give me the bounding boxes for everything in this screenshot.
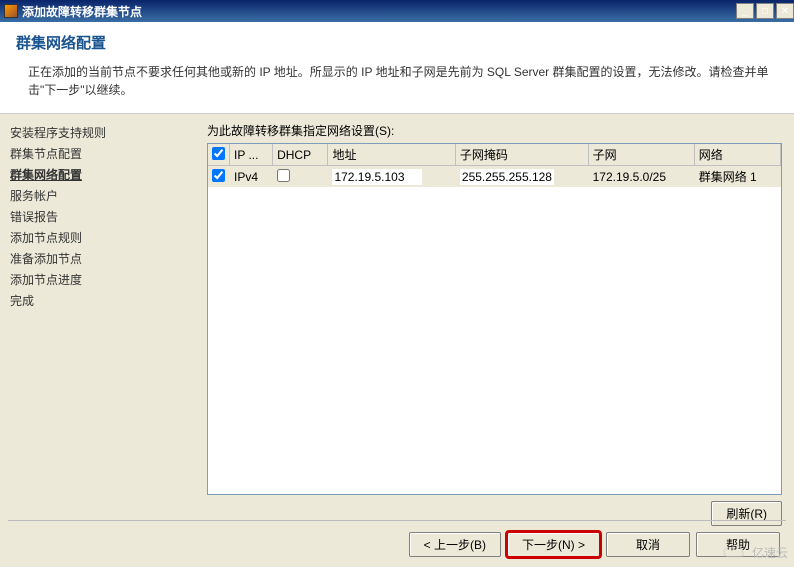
cell-mask: 255.255.255.128 — [455, 166, 588, 188]
col-subnet[interactable]: 子网 — [588, 144, 694, 166]
window-title: 添加故障转移群集节点 — [22, 3, 734, 20]
body: 安装程序支持规则 群集节点配置 群集网络配置 服务帐户 错误报告 添加节点规则 … — [0, 114, 794, 534]
window-controls: _ □ ✕ — [734, 3, 794, 19]
cell-network: 群集网络 1 — [694, 166, 780, 188]
sidebar-item-add-node-rules[interactable]: 添加节点规则 — [6, 227, 199, 248]
mask-value: 255.255.255.128 — [460, 169, 554, 185]
page-title: 群集网络配置 — [16, 32, 778, 53]
col-network[interactable]: 网络 — [694, 144, 780, 166]
close-button[interactable]: ✕ — [776, 3, 794, 19]
cell-check[interactable] — [208, 166, 230, 188]
cell-dhcp[interactable] — [273, 166, 328, 188]
sidebar-item-install-rules[interactable]: 安装程序支持规则 — [6, 122, 199, 143]
sidebar-item-error-report[interactable]: 错误报告 — [6, 206, 199, 227]
page-description: 正在添加的当前节点不要求任何其他或新的 IP 地址。所显示的 IP 地址和子网是… — [16, 63, 778, 99]
help-button[interactable]: 帮助 — [696, 532, 780, 557]
sidebar-item-add-node-progress[interactable]: 添加节点进度 — [6, 269, 199, 290]
maximize-button[interactable]: □ — [756, 3, 774, 19]
sidebar-item-node-config[interactable]: 群集节点配置 — [6, 143, 199, 164]
sidebar-item-prepare-add-node[interactable]: 准备添加节点 — [6, 248, 199, 269]
cell-subnet: 172.19.5.0/25 — [588, 166, 694, 188]
cell-ip: IPv4 — [230, 166, 273, 188]
col-mask[interactable]: 子网掩码 — [455, 144, 588, 166]
sidebar-item-complete[interactable]: 完成 — [6, 290, 199, 311]
window-icon — [4, 4, 18, 18]
refresh-button[interactable]: 刷新(R) — [711, 501, 782, 526]
minimize-button[interactable]: _ — [736, 3, 754, 19]
footer: < 上一步(B) 下一步(N) > 取消 帮助 — [409, 532, 780, 557]
sidebar: 安装程序支持规则 群集节点配置 群集网络配置 服务帐户 错误报告 添加节点规则 … — [0, 114, 205, 534]
col-addr[interactable]: 地址 — [328, 144, 455, 166]
dhcp-checkbox[interactable] — [277, 169, 290, 182]
cancel-button[interactable]: 取消 — [606, 532, 690, 557]
main-panel: 为此故障转移群集指定网络设置(S): IP ... DHCP 地址 子网掩码 子… — [205, 114, 794, 534]
titlebar: 添加故障转移群集节点 _ □ ✕ — [0, 0, 794, 22]
header: 群集网络配置 正在添加的当前节点不要求任何其他或新的 IP 地址。所显示的 IP… — [0, 22, 794, 114]
footer-separator — [8, 520, 786, 521]
sidebar-item-network-config[interactable]: 群集网络配置 — [6, 164, 199, 185]
col-dhcp[interactable]: DHCP — [273, 144, 328, 166]
back-button[interactable]: < 上一步(B) — [409, 532, 501, 557]
row-checkbox[interactable] — [212, 169, 225, 182]
table-row[interactable]: IPv4 172.19.5.103 255.255.255.128 172.19… — [208, 166, 781, 188]
col-check[interactable] — [208, 144, 230, 166]
grid-label: 为此故障转移群集指定网络设置(S): — [207, 122, 782, 139]
network-grid: IP ... DHCP 地址 子网掩码 子网 网络 IPv4 172.19.5.… — [207, 143, 782, 495]
sidebar-item-service-account[interactable]: 服务帐户 — [6, 185, 199, 206]
refresh-row: 刷新(R) — [207, 495, 782, 526]
table-header-row: IP ... DHCP 地址 子网掩码 子网 网络 — [208, 144, 781, 166]
addr-value: 172.19.5.103 — [332, 169, 422, 185]
header-checkbox[interactable] — [212, 147, 225, 160]
next-button[interactable]: 下一步(N) > — [507, 532, 600, 557]
cell-addr: 172.19.5.103 — [328, 166, 455, 188]
col-ip[interactable]: IP ... — [230, 144, 273, 166]
